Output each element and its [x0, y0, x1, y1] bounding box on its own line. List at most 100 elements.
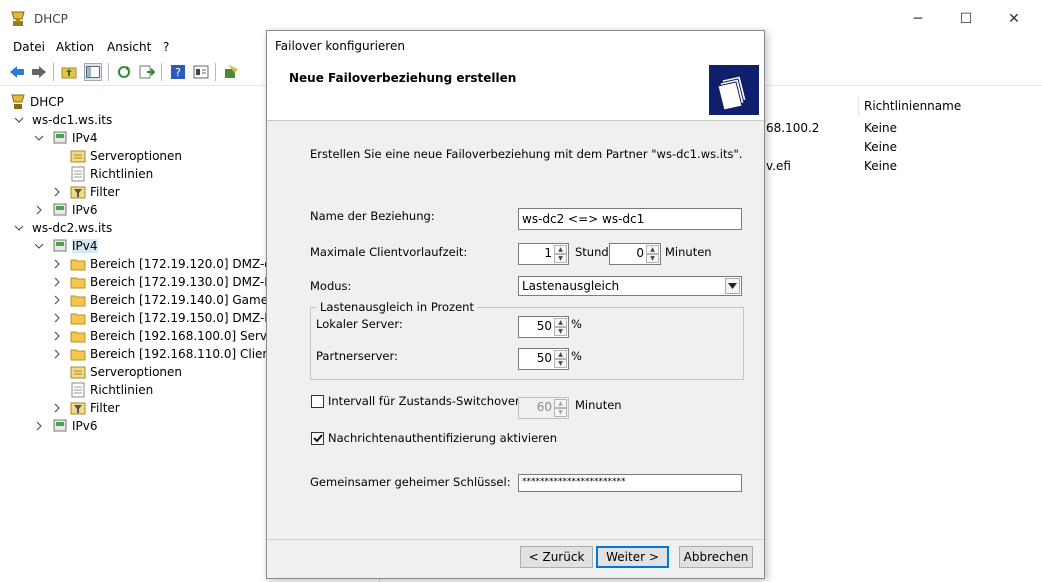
- export-list-icon[interactable]: [138, 63, 156, 81]
- auth-label: Nachrichtenauthentifizierung aktivieren: [328, 431, 558, 445]
- toolbar-separator: [161, 63, 162, 81]
- folder-icon: [70, 346, 86, 362]
- chevron-down-icon[interactable]: [34, 133, 44, 143]
- tree-item-richtlinien[interactable]: Richtlinien: [70, 381, 153, 399]
- toolbar-separator: [53, 63, 54, 81]
- dhcp-server-icon[interactable]: [222, 63, 240, 81]
- percent-label: %: [571, 349, 582, 363]
- tree-item-server2-ipv4[interactable]: IPv4: [34, 237, 98, 255]
- ipv6-icon: [52, 202, 68, 218]
- properties-icon[interactable]: [192, 63, 210, 81]
- tree-item-server1-ipv6[interactable]: IPv6: [34, 201, 98, 219]
- shared-secret-input[interactable]: ***********************: [518, 474, 742, 492]
- mclt-label: Maximale Clientvorlaufzeit:: [310, 245, 468, 259]
- chevron-right-icon[interactable]: [52, 187, 62, 197]
- partner-server-label: Partnerserver:: [316, 349, 398, 363]
- minimize-button[interactable]: ─: [903, 6, 933, 32]
- chevron-down-icon[interactable]: [14, 115, 24, 125]
- relationship-name-input[interactable]: ws-dc2 <=> ws-dc1: [518, 208, 742, 230]
- refresh-icon[interactable]: [115, 63, 133, 81]
- folder-icon: [70, 292, 86, 308]
- svg-text:?: ?: [175, 66, 181, 79]
- mclt-minutes-stepper[interactable]: 0 ▲ ▼: [609, 243, 661, 265]
- auth-checkbox[interactable]: [311, 432, 324, 445]
- tree-item-richtlinien[interactable]: Richtlinien: [70, 165, 153, 183]
- tree-item-scope[interactable]: Bereich [172.19.130.0] DMZ-Intern: [52, 273, 300, 291]
- filter-icon: [70, 184, 86, 200]
- list-cell: v.efi: [766, 159, 791, 173]
- menu-aktion[interactable]: Aktion: [56, 40, 94, 54]
- chevron-right-icon[interactable]: [34, 421, 44, 431]
- chevron-right-icon[interactable]: [52, 295, 62, 305]
- tree-item-server2[interactable]: ws-dc2.ws.its: [14, 219, 112, 237]
- chevron-right-icon[interactable]: [52, 403, 62, 413]
- spin-up-icon[interactable]: ▲: [646, 245, 659, 254]
- chevron-right-icon[interactable]: [52, 259, 62, 269]
- chevron-down-icon[interactable]: [14, 223, 24, 233]
- spin-down-icon[interactable]: ▼: [554, 359, 567, 368]
- folder-icon: [70, 274, 86, 290]
- tree-item-serveroptionen[interactable]: Serveroptionen: [70, 147, 182, 165]
- tree-item-server2-ipv6[interactable]: IPv6: [34, 417, 98, 435]
- spin-up-icon[interactable]: ▲: [554, 245, 567, 254]
- up-folder-icon[interactable]: [60, 63, 78, 81]
- chevron-right-icon[interactable]: [52, 277, 62, 287]
- spin-down-icon[interactable]: ▼: [554, 408, 567, 417]
- spin-up-icon[interactable]: ▲: [554, 399, 567, 408]
- spin-down-icon[interactable]: ▼: [646, 254, 659, 263]
- next-button[interactable]: Weiter >: [596, 546, 669, 568]
- back-button[interactable]: < Zurück: [520, 546, 593, 568]
- ipv6-icon: [52, 418, 68, 434]
- spin-down-icon[interactable]: ▼: [554, 254, 567, 263]
- chevron-down-icon[interactable]: [34, 241, 44, 251]
- spin-down-icon[interactable]: ▼: [554, 327, 567, 336]
- maximize-button[interactable]: ☐: [951, 6, 981, 32]
- local-server-label: Lokaler Server:: [316, 317, 403, 331]
- partner-server-stepper[interactable]: 50 ▲ ▼: [518, 348, 569, 370]
- tree-item-scope[interactable]: Bereich [172.19.140.0] GameZone: [52, 291, 299, 309]
- column-header-policy[interactable]: Richtlinienname: [858, 96, 1042, 116]
- spin-up-icon[interactable]: ▲: [554, 350, 567, 359]
- tree-item-server1[interactable]: ws-dc1.ws.its: [14, 111, 112, 129]
- chevron-right-icon[interactable]: [52, 313, 62, 323]
- dhcp-root-icon: [10, 94, 26, 110]
- show-hide-tree-icon[interactable]: [84, 63, 102, 81]
- group-legend: Lastenausgleich in Prozent: [317, 300, 477, 314]
- menu-help[interactable]: ?: [163, 40, 169, 54]
- server-options-icon: [70, 148, 86, 164]
- chevron-down-icon[interactable]: [725, 278, 740, 294]
- help-icon[interactable]: ?: [169, 63, 187, 81]
- close-button[interactable]: ✕: [999, 6, 1029, 32]
- mclt-hours-stepper[interactable]: 1 ▲ ▼: [518, 243, 569, 265]
- chevron-right-icon[interactable]: [52, 349, 62, 359]
- folder-icon: [70, 328, 86, 344]
- secret-label: Gemeinsamer geheimer Schlüssel:: [310, 475, 511, 489]
- tree-item-filter[interactable]: Filter: [52, 399, 120, 417]
- check-icon: [312, 434, 323, 443]
- relationship-label: Name der Beziehung:: [310, 209, 435, 223]
- local-server-stepper[interactable]: 50 ▲ ▼: [518, 316, 569, 338]
- app-title: DHCP: [34, 12, 68, 26]
- tree-item-serveroptionen[interactable]: Serveroptionen: [70, 363, 182, 381]
- list-cell: 68.100.2: [766, 121, 820, 135]
- back-arrow-icon[interactable]: [8, 63, 26, 81]
- folder-icon: [70, 256, 86, 272]
- tree-item-scope[interactable]: Bereich [172.19.150.0] DMZ-Isolati: [52, 309, 300, 327]
- tree-item-dhcp[interactable]: DHCP: [10, 93, 64, 111]
- menu-ansicht[interactable]: Ansicht: [107, 40, 151, 54]
- tree-item-filter[interactable]: Filter: [52, 183, 120, 201]
- mode-select[interactable]: Lastenausgleich: [518, 276, 742, 296]
- forward-arrow-icon[interactable]: [30, 63, 48, 81]
- switchover-checkbox[interactable]: [311, 395, 324, 408]
- chevron-right-icon[interactable]: [34, 205, 44, 215]
- cancel-button[interactable]: Abbrechen: [679, 546, 753, 568]
- switchover-label: Intervall für Zustands-Switchover:: [328, 394, 524, 408]
- switchover-stepper[interactable]: 60 ▲ ▼: [518, 397, 569, 419]
- list-cell: Keine: [864, 159, 897, 173]
- chevron-right-icon[interactable]: [52, 331, 62, 341]
- list-cell: Keine: [864, 140, 897, 154]
- folder-icon: [70, 310, 86, 326]
- menu-datei[interactable]: Datei: [13, 40, 45, 54]
- tree-item-server1-ipv4[interactable]: IPv4: [34, 129, 98, 147]
- spin-up-icon[interactable]: ▲: [554, 318, 567, 327]
